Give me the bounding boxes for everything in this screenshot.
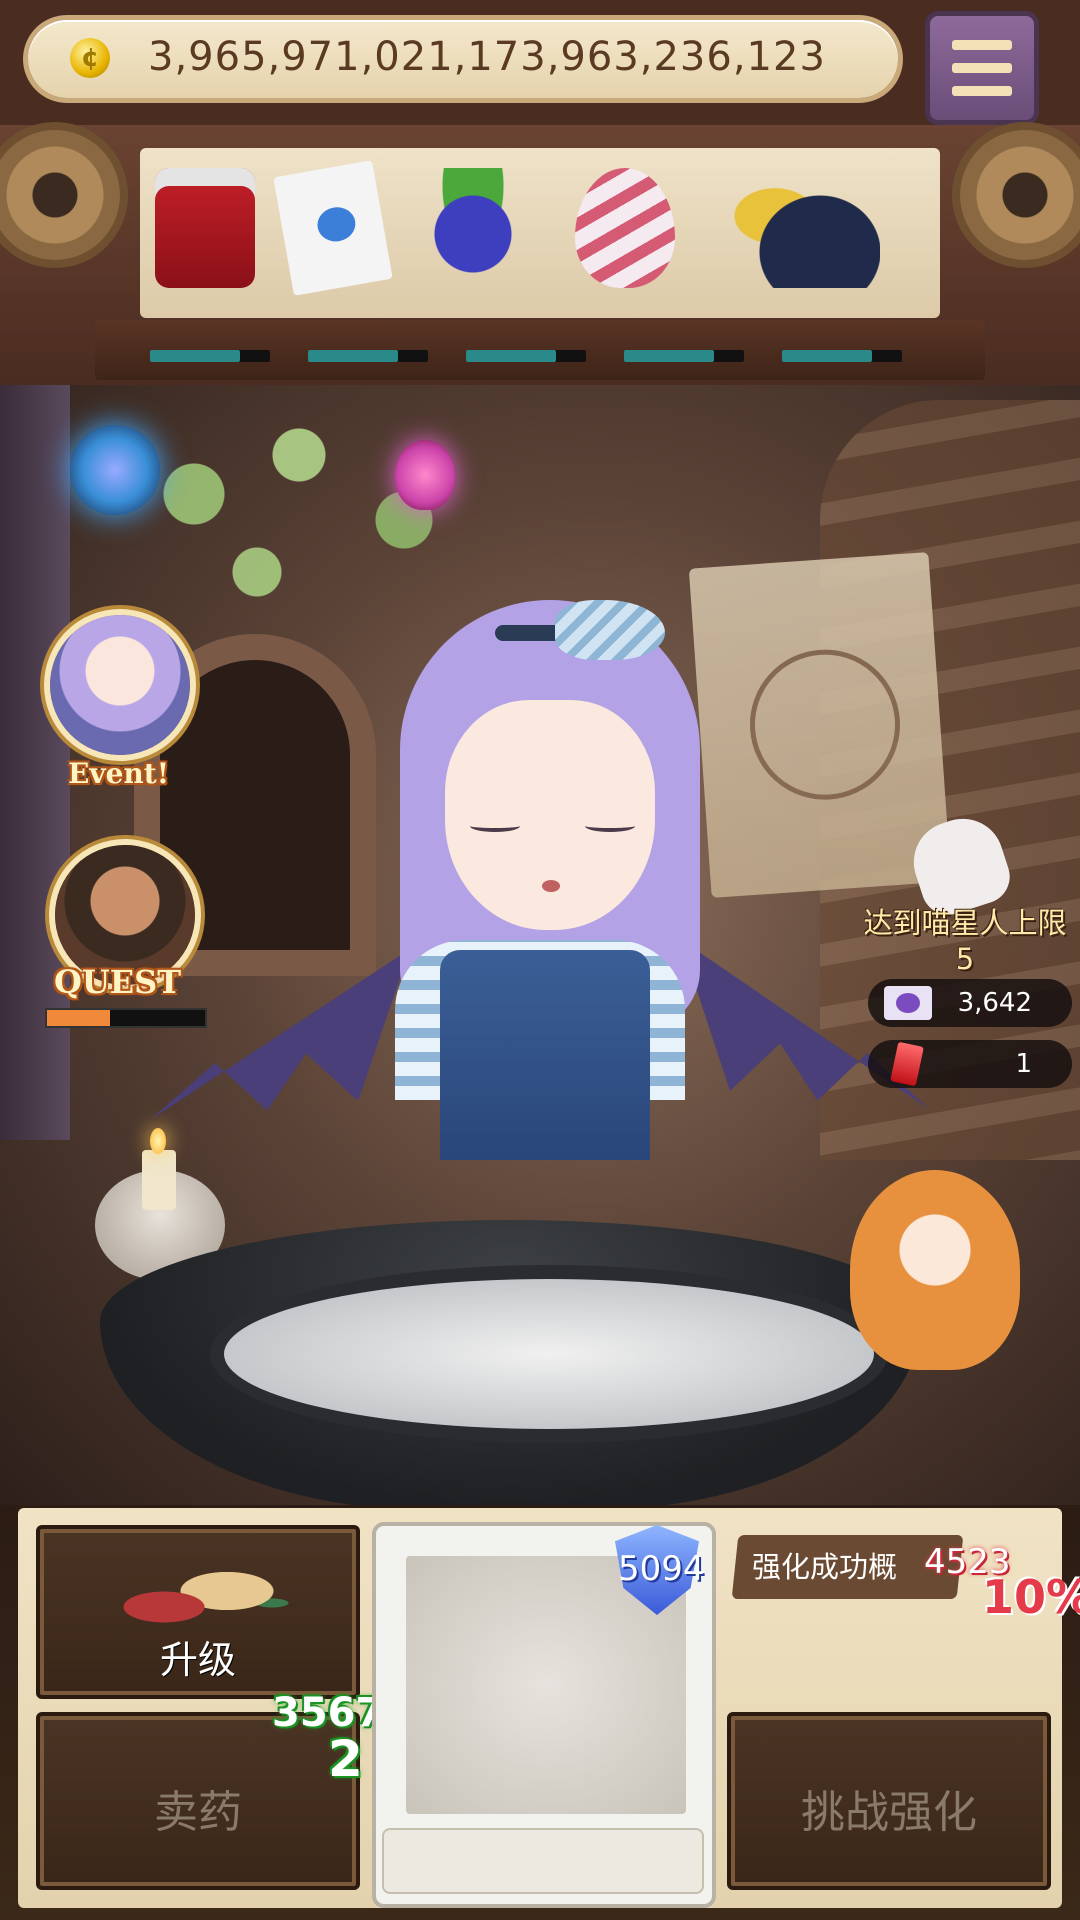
gem-count: 1 [1015, 1049, 1032, 1079]
item-progress-bar [466, 350, 586, 362]
books-scroll-icon [110, 1559, 290, 1639]
fox-girl-helper[interactable] [850, 1170, 1020, 1370]
cauldron-potion[interactable] [210, 1265, 888, 1443]
red-gem-icon [890, 1041, 924, 1087]
shelf-slot-egg[interactable] [560, 160, 690, 310]
blue-lantern-icon [70, 425, 160, 515]
character-eye-left [470, 820, 520, 832]
event-label[interactable]: Event! [68, 757, 169, 790]
sell-potion-button[interactable]: 卖药 [36, 1712, 360, 1890]
item-progress-bar [150, 350, 270, 362]
challenge-enhance-button[interactable]: 挑战强化 [727, 1712, 1051, 1890]
potion-card-name-plate [382, 1828, 704, 1894]
ticket-count: 3,642 [957, 988, 1032, 1018]
tree-leaves [110, 390, 530, 650]
quest-label[interactable]: QUEST [54, 963, 181, 1001]
candle [142, 1150, 176, 1210]
character-eye-right [585, 820, 635, 832]
upgrade-label: 升级 [159, 1638, 236, 1682]
blue-paper-icon [273, 160, 393, 296]
character-overalls [440, 950, 650, 1160]
candle-flame [150, 1128, 166, 1154]
shelf-slot-paper[interactable] [268, 160, 398, 310]
shelf-slot-mandrake[interactable] [408, 160, 538, 310]
magic-circle-poster [688, 552, 952, 898]
ticket-counter[interactable]: 3,642 [868, 979, 1072, 1027]
shelf-slot-jam[interactable] [140, 160, 270, 310]
item-progress-bar [308, 350, 428, 362]
sell-label: 卖药 [154, 1787, 242, 1838]
upgrade-button[interactable]: 升级 [36, 1525, 360, 1699]
item-progress-bar [624, 350, 744, 362]
event-button[interactable] [50, 615, 190, 755]
cat-ticket-icon [884, 986, 932, 1020]
cat-limit-text: 达到喵星人上限 [863, 906, 1067, 940]
captain-hat-icon [730, 168, 880, 288]
shield-value: 5094 [618, 1549, 705, 1589]
shelf-slot-hat[interactable] [730, 160, 880, 310]
character-face [445, 700, 655, 930]
challenge-label: 挑战强化 [801, 1787, 977, 1838]
mandrake-icon [423, 168, 523, 288]
gear-icon [960, 130, 1080, 260]
menu-button[interactable] [930, 16, 1034, 120]
success-rate-percent: 10% [982, 1570, 1080, 1624]
coin-icon: ¢ [70, 38, 110, 78]
gem-counter[interactable]: 1 [868, 1040, 1072, 1088]
striped-egg-icon [575, 168, 675, 288]
cat-limit-notice: 达到喵星人上限 5 [850, 900, 1080, 976]
success-rate-label: 强化成功概 [752, 1550, 898, 1584]
sell-bonus-count: 2 [328, 1730, 363, 1788]
coin-value: 3,965,971,021,173,963,236,123 [148, 34, 826, 80]
hamburger-menu-icon [952, 40, 1012, 50]
cat-limit-value: 5 [955, 942, 975, 976]
jam-jar-icon [155, 168, 255, 288]
character-mouth [542, 880, 560, 892]
item-progress-bar [782, 350, 902, 362]
quest-progress-bar [45, 1008, 207, 1028]
pink-lantern-icon [395, 440, 455, 510]
